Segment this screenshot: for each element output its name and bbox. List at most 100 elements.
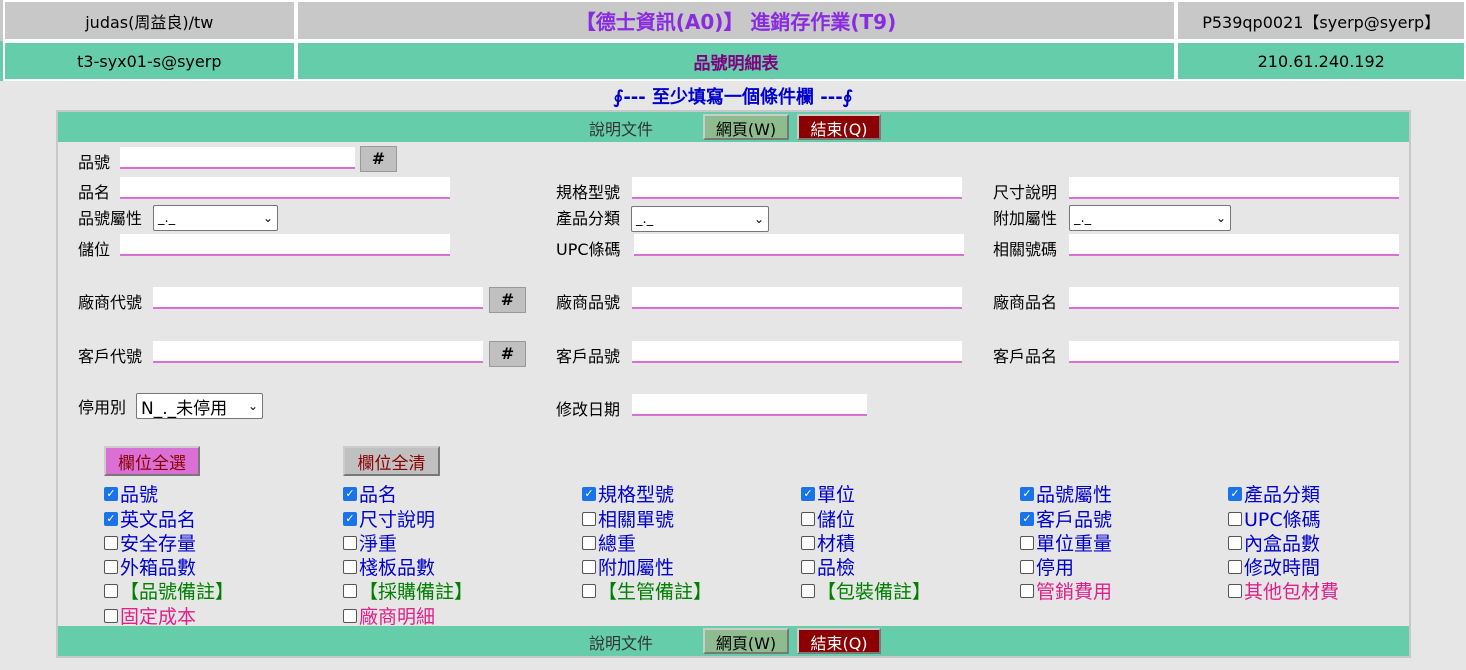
column-checkbox[interactable]: 品號 <box>104 480 158 507</box>
checkbox-unchecked-icon[interactable] <box>801 583 815 598</box>
checkbox-unchecked-icon[interactable] <box>1228 535 1242 550</box>
column-checkbox[interactable]: 尺寸說明 <box>343 505 435 532</box>
column-checkbox[interactable]: UPC條碼 <box>1228 505 1321 532</box>
column-checkbox[interactable]: 其他包材費 <box>1228 577 1339 604</box>
vendor-code-input[interactable] <box>153 287 483 309</box>
size-desc-input[interactable] <box>1069 177 1399 199</box>
column-checkbox[interactable]: 淨重 <box>343 529 397 556</box>
checkbox-checked-icon[interactable] <box>104 511 118 526</box>
vendor-lookup-button[interactable]: # <box>489 287 526 313</box>
checkbox-checked-icon[interactable] <box>1020 511 1034 526</box>
column-checkbox[interactable]: 【包裝備註】 <box>801 577 931 604</box>
page-title: 品號明細表 <box>295 41 1177 81</box>
related-no-input[interactable] <box>1069 234 1399 256</box>
header-row-1: judas(周益良)/tw 【德士資訊(A0)】 進銷存作業(T9) P539q… <box>0 0 1466 41</box>
doc-link[interactable]: 說明文件 <box>589 116 653 140</box>
column-checkbox[interactable]: 修改時間 <box>1228 553 1320 580</box>
item-attr-select[interactable]: _._ ⌄ <box>153 205 278 231</box>
location-input[interactable] <box>120 234 450 256</box>
column-checkbox[interactable]: 規格型號 <box>582 480 674 507</box>
modified-date-input[interactable] <box>632 394 867 416</box>
column-checkbox[interactable]: 停用 <box>1020 553 1074 580</box>
checkbox-checked-icon[interactable] <box>801 486 815 501</box>
customer-lookup-button[interactable]: # <box>489 341 526 367</box>
checkbox-unchecked-icon[interactable] <box>801 511 815 526</box>
customer-item-no-input[interactable] <box>632 341 962 363</box>
column-checkbox[interactable]: 安全存量 <box>104 529 196 556</box>
end-button[interactable]: 結束(Q) <box>797 628 881 654</box>
column-checkbox[interactable]: 相關單號 <box>582 505 674 532</box>
vendor-item-no-input[interactable] <box>632 287 962 309</box>
column-checkbox[interactable]: 品號屬性 <box>1020 480 1112 507</box>
end-button[interactable]: 結束(Q) <box>797 114 881 140</box>
user-info: judas(周益良)/tw <box>3 0 296 41</box>
extra-attr-select[interactable]: _._ ⌄ <box>1069 205 1231 231</box>
select-all-columns-button[interactable]: 欄位全選 <box>104 446 200 476</box>
checkbox-unchecked-icon[interactable] <box>801 535 815 550</box>
column-checkbox[interactable]: 總重 <box>582 529 636 556</box>
column-checkbox-label: 相關單號 <box>598 509 675 531</box>
checkbox-unchecked-icon[interactable] <box>1020 559 1034 574</box>
checkbox-checked-icon[interactable] <box>1228 486 1242 501</box>
upc-input[interactable] <box>634 234 964 256</box>
column-checkbox[interactable]: 單位重量 <box>1020 529 1112 556</box>
checkbox-unchecked-icon[interactable] <box>801 559 815 574</box>
item-name-input[interactable] <box>120 177 450 199</box>
column-checkbox[interactable]: 英文品名 <box>104 505 196 532</box>
checkbox-unchecked-icon[interactable] <box>1020 535 1034 550</box>
checkbox-checked-icon[interactable] <box>343 511 357 526</box>
column-checkbox[interactable]: 【生管備註】 <box>582 577 712 604</box>
column-checkbox[interactable]: 【採購備註】 <box>343 577 473 604</box>
vendor-item-name-input[interactable] <box>1069 287 1399 309</box>
spec-input[interactable] <box>632 177 962 199</box>
checkbox-unchecked-icon[interactable] <box>104 559 118 574</box>
column-checkbox[interactable]: 固定成本 <box>104 602 196 629</box>
disabled-select[interactable]: N_._未停用 ⌄ <box>136 393 263 419</box>
checkbox-unchecked-icon[interactable] <box>104 583 118 598</box>
column-checkbox[interactable]: 外箱品數 <box>104 553 196 580</box>
clear-all-columns-button[interactable]: 欄位全清 <box>343 446 440 476</box>
checkbox-unchecked-icon[interactable] <box>104 608 118 623</box>
checkbox-unchecked-icon[interactable] <box>1228 559 1242 574</box>
customer-item-name-input[interactable] <box>1069 341 1399 363</box>
checkbox-unchecked-icon[interactable] <box>582 511 596 526</box>
web-button[interactable]: 網頁(W) <box>703 628 789 654</box>
checkbox-unchecked-icon[interactable] <box>1020 583 1034 598</box>
checkbox-unchecked-icon[interactable] <box>582 535 596 550</box>
column-checkbox[interactable]: 廠商明細 <box>343 602 435 629</box>
checkbox-unchecked-icon[interactable] <box>343 559 357 574</box>
column-checkbox[interactable]: 材積 <box>801 529 855 556</box>
doc-link[interactable]: 說明文件 <box>589 630 653 654</box>
column-checkbox[interactable]: 儲位 <box>801 505 855 532</box>
column-checkbox-label: 【採購備註】 <box>359 581 474 603</box>
checkbox-unchecked-icon[interactable] <box>343 608 357 623</box>
checkbox-checked-icon[interactable] <box>343 486 357 501</box>
checkbox-checked-icon[interactable] <box>104 486 118 501</box>
checkbox-unchecked-icon[interactable] <box>1228 511 1242 526</box>
column-checkbox[interactable]: 品檢 <box>801 553 855 580</box>
checkbox-checked-icon[interactable] <box>582 486 596 501</box>
column-checkbox[interactable]: 內盒品數 <box>1228 529 1320 556</box>
column-checkbox[interactable]: 管銷費用 <box>1020 577 1112 604</box>
column-checkbox[interactable]: 棧板品數 <box>343 553 435 580</box>
category-select[interactable]: _._ ⌄ <box>631 206 769 232</box>
checkbox-unchecked-icon[interactable] <box>582 583 596 598</box>
checkbox-unchecked-icon[interactable] <box>104 535 118 550</box>
checkbox-unchecked-icon[interactable] <box>343 583 357 598</box>
item-no-lookup-button[interactable]: # <box>360 146 397 172</box>
checkbox-unchecked-icon[interactable] <box>343 535 357 550</box>
checkbox-unchecked-icon[interactable] <box>1228 583 1242 598</box>
web-button[interactable]: 網頁(W) <box>703 114 789 140</box>
checkbox-checked-icon[interactable] <box>1020 486 1034 501</box>
column-checkbox-label: 總重 <box>598 533 637 555</box>
item-no-input[interactable] <box>120 147 355 169</box>
checkbox-unchecked-icon[interactable] <box>582 559 596 574</box>
column-checkbox[interactable]: 客戶品號 <box>1020 505 1112 532</box>
column-checkbox[interactable]: 附加屬性 <box>582 553 674 580</box>
column-checkbox[interactable]: 單位 <box>801 480 855 507</box>
customer-code-input[interactable] <box>153 341 483 363</box>
column-checkbox[interactable]: 產品分類 <box>1228 480 1320 507</box>
column-checkbox-label: 固定成本 <box>120 606 197 628</box>
column-checkbox[interactable]: 【品號備註】 <box>104 577 234 604</box>
column-checkbox[interactable]: 品名 <box>343 480 397 507</box>
